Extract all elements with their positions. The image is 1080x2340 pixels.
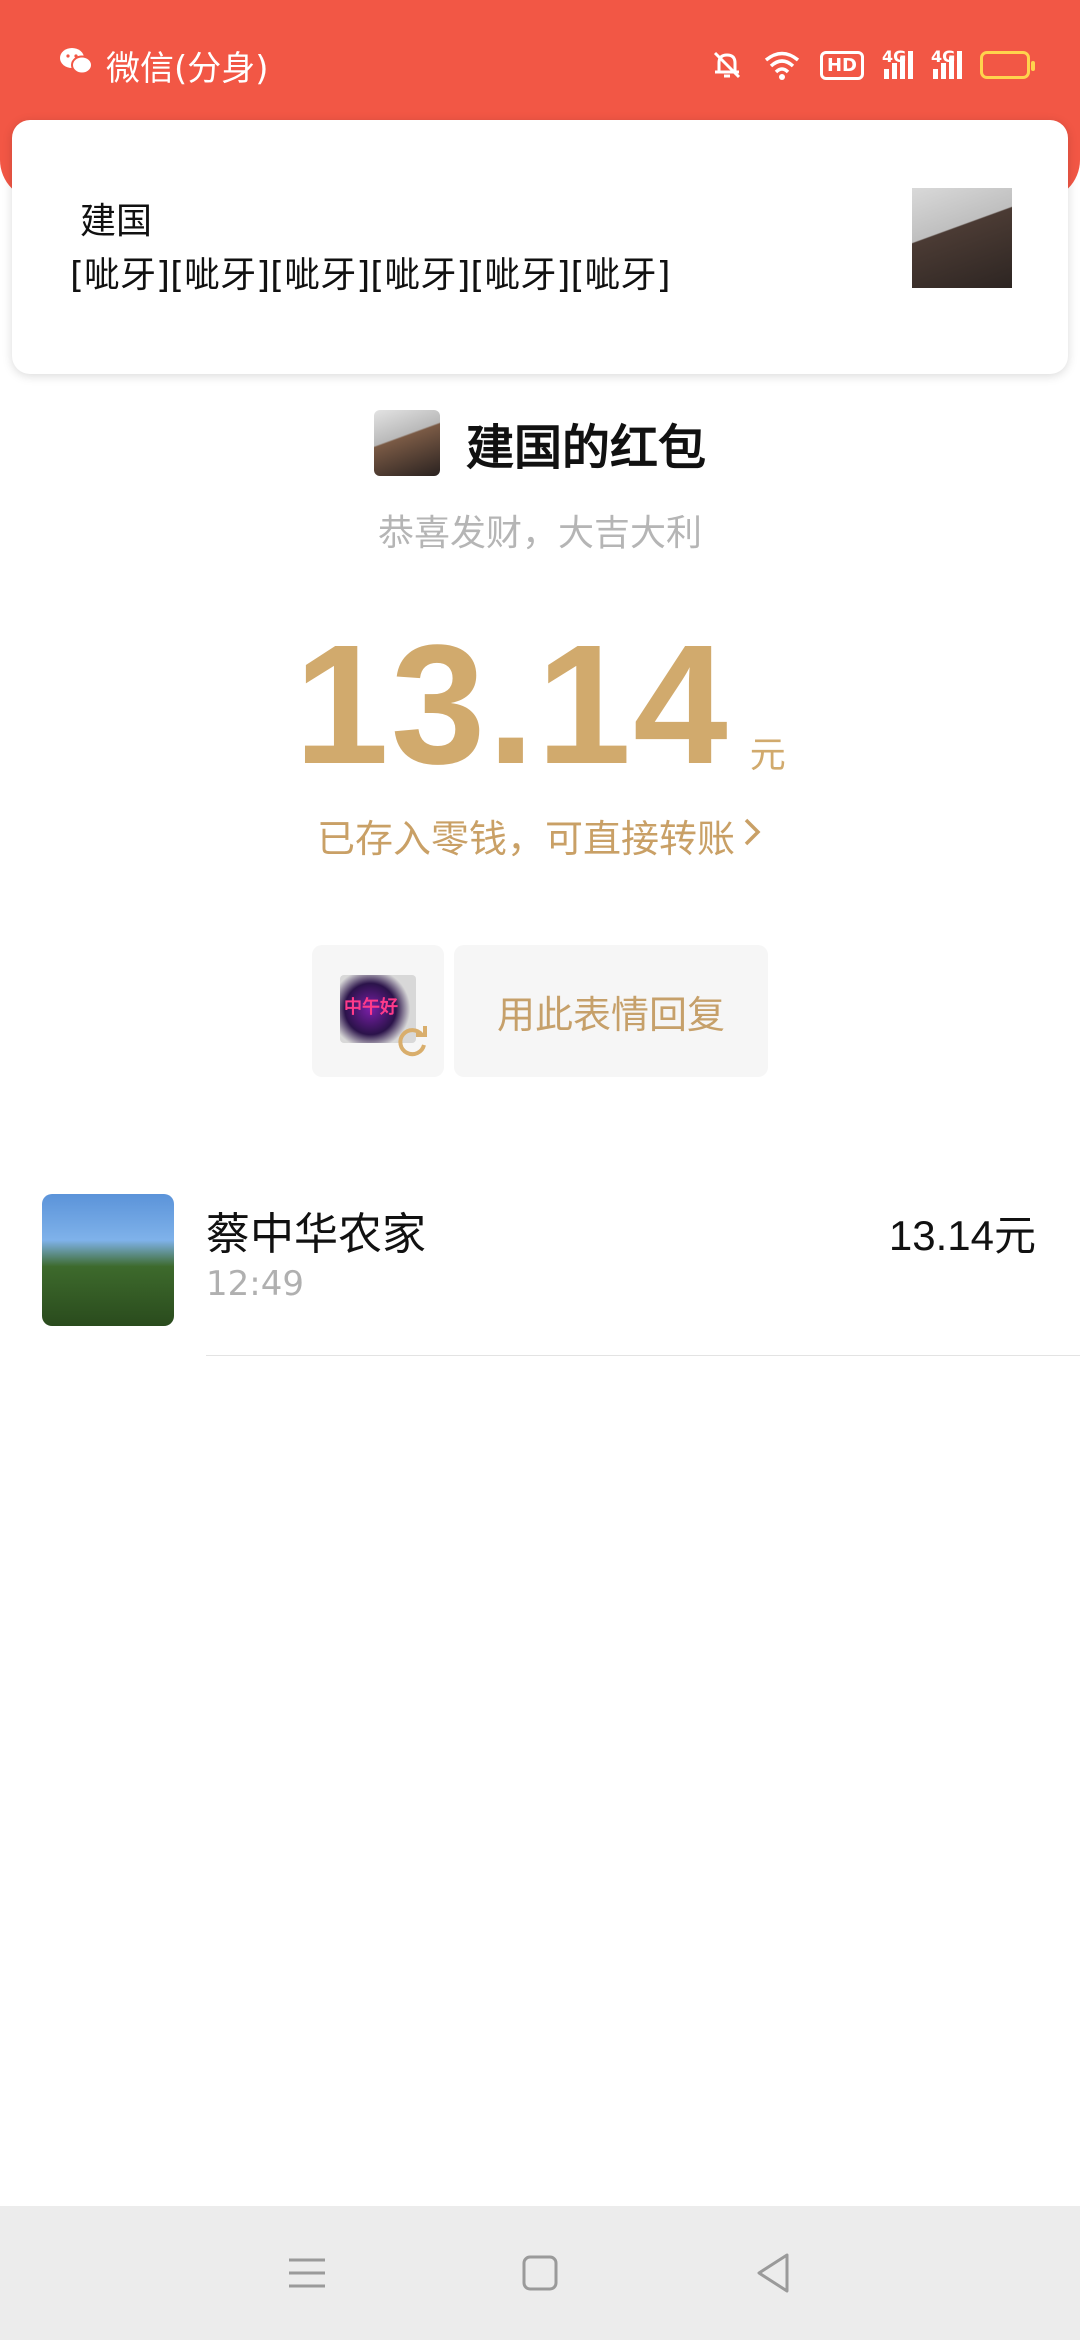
sender-row: 建国的红包 [0,408,1080,478]
saved-to-balance-link[interactable]: 已存入零钱，可直接转账 [0,808,1080,863]
navigation-bar [0,2206,1080,2340]
message-notification[interactable]: 建国 [呲牙][呲牙][呲牙][呲牙][呲牙][呲牙] [12,120,1068,374]
mute-bell-icon [710,48,744,82]
home-icon [522,2255,558,2291]
red-packet-greeting: 恭喜发财，大吉大利 [377,513,702,554]
divider [206,1355,1080,1356]
status-bar: 微信(分身) HD 4G 4G [0,30,1080,100]
receiver-amount: 13.14元 [888,1212,1036,1259]
back-nav-button[interactable] [743,2243,803,2303]
red-packet-detail-screen: 微信(分身) HD 4G 4G 建国 [呲牙][呲牙][呲牙][呲牙][呲牙][… [0,0,1080,2340]
receiver-list-item[interactable]: 蔡中华农家 12:49 13.14元 [0,1194,1080,1356]
sticker-shuffle-button[interactable]: 中午好 [312,945,444,1077]
receiver-time: 12:49 [206,1264,304,1304]
back-icon [757,2253,789,2293]
home-nav-button[interactable] [510,2243,570,2303]
status-icons: HD 4G 4G [710,30,1035,100]
amount-unit: 元 [749,735,786,776]
sender-avatar[interactable] [373,410,440,476]
amount-row: 13.14 元 [0,620,1080,790]
reply-with-sticker-button[interactable]: 用此表情回复 [454,945,768,1077]
wechat-icon [58,45,94,86]
hd-badge: HD [819,50,864,80]
notification-avatar [912,188,1012,288]
red-packet-amount: 13.14 [294,610,730,800]
receiver-avatar [42,1194,174,1326]
menu-nav-button[interactable] [277,2243,337,2303]
app-label: 微信(分身) [106,48,269,89]
notification-title: 建国 [80,201,153,242]
notification-body: [呲牙][呲牙][呲牙][呲牙][呲牙][呲牙] [70,255,671,296]
refresh-icon [394,1023,430,1063]
wifi-icon [762,49,802,81]
receiver-name: 蔡中华农家 [206,1209,426,1260]
saved-to-balance-text: 已存入零钱，可直接转账 [316,817,735,861]
app-indicator: 微信(分身) [58,30,269,100]
battery-icon [980,51,1035,79]
reply-with-sticker-label: 用此表情回复 [496,992,725,1037]
menu-icon [288,2258,325,2288]
cellular-signal-icon: 4G [882,47,913,79]
cellular-signal-icon-2: 4G [931,47,962,79]
chevron-right-icon [741,814,763,858]
red-packet-title: 建国的红包 [465,420,706,476]
